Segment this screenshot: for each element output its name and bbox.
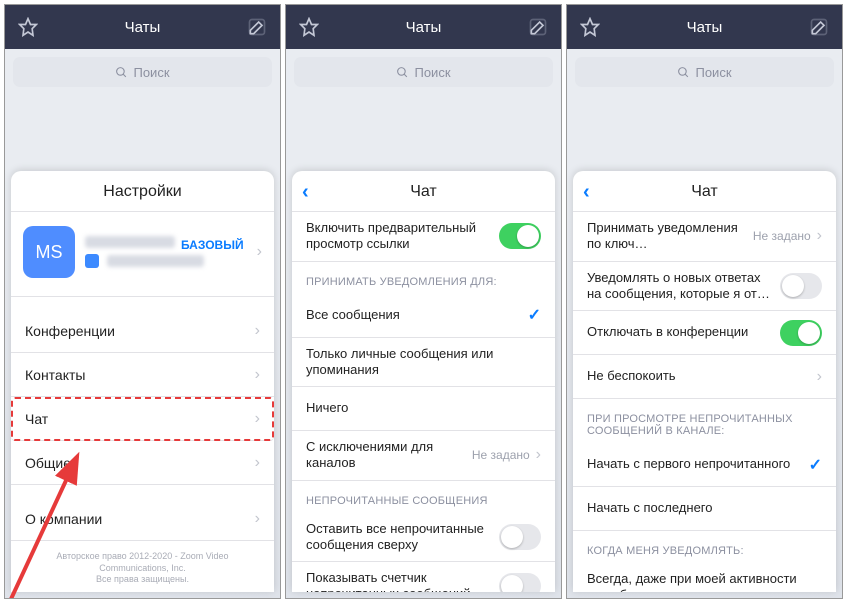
chevron-right-icon: ›	[255, 454, 260, 472]
toggle-on[interactable]	[780, 320, 822, 346]
chevron-right-icon: ›	[257, 243, 262, 261]
account-tag: БАЗОВЫЙ	[181, 238, 244, 252]
menu-general[interactable]: Общие›	[11, 441, 274, 485]
row-keyword-notif[interactable]: Принимать уведомления по ключ…Не задано›	[573, 212, 836, 262]
toggle-on[interactable]	[499, 223, 541, 249]
search-input[interactable]: Поиск	[294, 57, 553, 87]
row-mute-in-conference[interactable]: Отключать в конференции	[573, 311, 836, 355]
search-icon	[396, 66, 409, 79]
back-button[interactable]: ‹	[302, 181, 309, 204]
row-keep-unread-top[interactable]: Оставить все непрочитанные сообщения све…	[292, 513, 555, 563]
zoom-logo-icon	[85, 254, 99, 268]
profile-row[interactable]: MS БАЗОВЫЙ ›	[11, 212, 274, 297]
section-view-unread: ПРИ ПРОСМОТРЕ НЕПРОЧИТАННЫХ СООБЩЕНИЙ В …	[573, 399, 836, 443]
toggle-off[interactable]	[499, 524, 541, 550]
row-channel-exceptions[interactable]: С исключениями для каналовНе задано›	[292, 431, 555, 481]
compose-icon[interactable]	[244, 14, 270, 40]
chat-settings-panel: ‹Чат Включить предварительный просмотр с…	[292, 171, 555, 592]
topbar: Чаты	[567, 5, 842, 49]
toggle-off[interactable]	[499, 573, 541, 592]
check-icon: ✓	[809, 455, 822, 475]
row-dnd[interactable]: Не беспокоить›	[573, 355, 836, 399]
chevron-right-icon: ›	[817, 368, 822, 386]
phone-settings: Чаты Поиск Настройки MS БАЗОВЫЙ › Конфер…	[4, 4, 281, 599]
search-icon	[677, 66, 690, 79]
chevron-right-icon: ›	[536, 446, 541, 464]
menu-chat[interactable]: Чат›	[11, 397, 274, 441]
chevron-right-icon: ›	[255, 366, 260, 384]
topbar: Чаты	[286, 5, 561, 49]
compose-icon[interactable]	[525, 14, 551, 40]
panel-title: ‹Чат	[292, 171, 555, 212]
phone-chat-settings-1: Чаты Поиск ‹Чат Включить предварительный…	[285, 4, 562, 599]
chat-settings-panel-2: ‹Чат Принимать уведомления по ключ…Не за…	[573, 171, 836, 592]
search-input[interactable]: Поиск	[13, 57, 272, 87]
menu-about[interactable]: О компании›	[11, 497, 274, 541]
row-from-last[interactable]: Начать с последнего	[573, 487, 836, 531]
panel-title: Настройки	[11, 171, 274, 212]
compose-icon[interactable]	[806, 14, 832, 40]
row-nothing[interactable]: Ничего	[292, 387, 555, 431]
search-icon	[115, 66, 128, 79]
avatar: MS	[23, 226, 75, 278]
panel-title: ‹Чат	[573, 171, 836, 212]
row-all-messages[interactable]: Все сообщения✓	[292, 294, 555, 338]
menu-conferences[interactable]: Конференции›	[11, 309, 274, 353]
section-when-notify: КОГДА МЕНЯ УВЕДОМЛЯТЬ:	[573, 531, 836, 563]
star-icon[interactable]	[296, 14, 322, 40]
row-pm-only[interactable]: Только личные сообщения или упоминания	[292, 338, 555, 388]
topbar-title: Чаты	[41, 19, 244, 36]
star-icon[interactable]	[577, 14, 603, 40]
chevron-right-icon: ›	[255, 510, 260, 528]
row-link-preview[interactable]: Включить предварительный просмотр ссылки	[292, 212, 555, 262]
settings-panel: Настройки MS БАЗОВЫЙ › Конференции› Конт…	[11, 171, 274, 592]
section-unread: НЕПРОЧИТАННЫЕ СООБЩЕНИЯ	[292, 481, 555, 513]
profile-info: БАЗОВЫЙ	[85, 236, 247, 268]
row-notify-always[interactable]: Всегда, даже при моей активности на рабо…	[573, 563, 836, 592]
check-icon: ✓	[528, 305, 541, 325]
chevron-right-icon: ›	[255, 322, 260, 340]
chevron-right-icon: ›	[255, 410, 260, 428]
row-first-unread[interactable]: Начать с первого непрочитанного✓	[573, 443, 836, 487]
search-wrap: Поиск	[5, 49, 280, 91]
topbar: Чаты	[5, 5, 280, 49]
section-notifications: ПРИНИМАТЬ УВЕДОМЛЕНИЯ ДЛЯ:	[292, 262, 555, 294]
menu-contacts[interactable]: Контакты›	[11, 353, 274, 397]
row-reply-notif[interactable]: Уведомлять о новых ответах на сообщения,…	[573, 262, 836, 312]
chevron-right-icon: ›	[817, 227, 822, 245]
star-icon[interactable]	[15, 14, 41, 40]
back-button[interactable]: ‹	[583, 181, 590, 204]
row-unread-counter[interactable]: Показывать счетчик непрочитанных сообщен…	[292, 562, 555, 592]
phone-chat-settings-2: Чаты Поиск ‹Чат Принимать уведомления по…	[566, 4, 843, 599]
toggle-off[interactable]	[780, 273, 822, 299]
copyright: Авторское право 2012-2020 - Zoom Video C…	[11, 551, 274, 586]
search-input[interactable]: Поиск	[575, 57, 834, 87]
